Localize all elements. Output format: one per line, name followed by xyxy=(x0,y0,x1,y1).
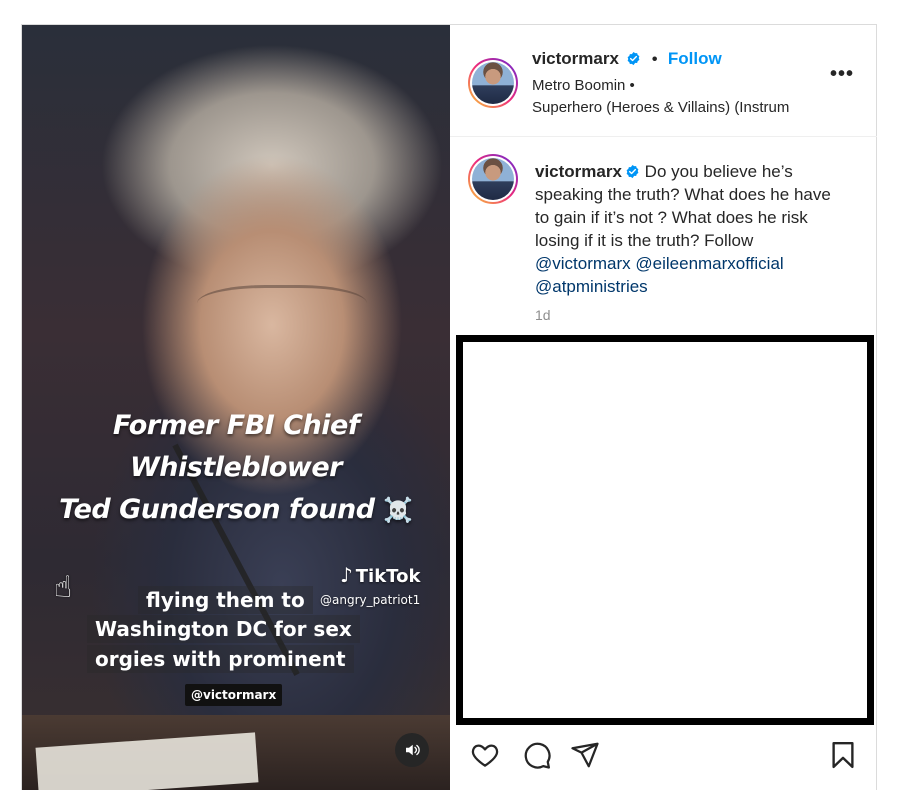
header-username-row: victormarx • Follow xyxy=(532,49,722,69)
tiktok-logo: ♪ TikTok xyxy=(340,563,421,587)
video-frame-detail xyxy=(197,285,367,331)
caption-username-link[interactable]: victormarx xyxy=(535,162,622,181)
heart-icon[interactable] xyxy=(470,740,502,772)
bookmark-icon[interactable] xyxy=(828,740,860,772)
comment-icon[interactable] xyxy=(522,740,554,772)
follow-button[interactable]: Follow xyxy=(668,49,722,68)
video-caption-line-2: Washington DC for sex xyxy=(87,615,360,643)
action-bar xyxy=(450,725,877,790)
mention-link[interactable]: @eileenmarxofficial xyxy=(635,254,783,273)
reel-video[interactable]: Former FBI Chief Whistleblower Ted Gunde… xyxy=(22,25,450,790)
redaction-box xyxy=(456,335,874,725)
avatar[interactable] xyxy=(468,58,518,108)
post-timestamp[interactable]: 1d xyxy=(535,307,551,323)
speaker-icon[interactable] xyxy=(395,733,429,767)
post-container: Former FBI Chief Whistleblower Ted Gunde… xyxy=(21,24,877,790)
tiktok-handle: @angry_patriot1 xyxy=(320,593,421,607)
audio-track-link[interactable]: Superhero (Heroes & Villains) (Instrum xyxy=(532,99,789,116)
paper-plane-icon[interactable] xyxy=(570,740,602,772)
username-link[interactable]: victormarx xyxy=(532,49,619,68)
video-headline-line-1: Former FBI Chief xyxy=(112,410,360,441)
mention-link[interactable]: @atpministries xyxy=(535,277,648,296)
tiktok-note-icon: ♪ xyxy=(340,563,353,587)
caption-avatar[interactable] xyxy=(468,154,518,204)
video-headline-line-2: Whistleblower xyxy=(129,452,343,483)
video-headline-line-3: Ted Gunderson found ☠️ xyxy=(59,494,413,525)
more-options-icon[interactable]: ••• xyxy=(830,64,854,84)
post-caption: victormarx Do you believe he’s speaking … xyxy=(535,160,835,298)
hand-pointer-icon: ☝ xyxy=(54,571,73,604)
video-watermark: @victormarx xyxy=(185,684,283,706)
audio-artist-link[interactable]: Metro Boomin • xyxy=(532,77,635,94)
verified-badge-icon xyxy=(628,51,640,66)
skull-emoji: ☠️ xyxy=(383,496,413,524)
separator-dot: • xyxy=(651,51,658,68)
post-side-panel: victormarx • Follow Metro Boomin • Super… xyxy=(450,25,877,790)
mention-link[interactable]: @victormarx xyxy=(535,254,631,273)
verified-badge-icon xyxy=(626,164,639,179)
post-header: victormarx • Follow Metro Boomin • Super… xyxy=(450,25,877,137)
video-caption-line-3: orgies with prominent xyxy=(87,645,354,673)
video-caption-line-1: flying them to xyxy=(138,586,313,614)
